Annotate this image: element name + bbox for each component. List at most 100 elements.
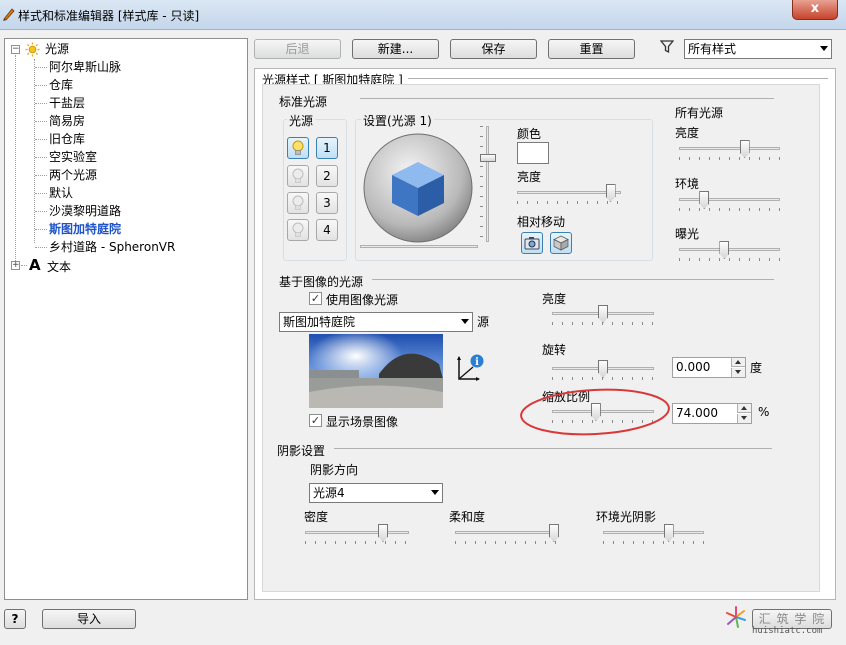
import-button[interactable]: 导入 — [42, 609, 136, 629]
light-number-3[interactable]: 3 — [316, 192, 338, 214]
bulb-off-icon — [292, 195, 304, 210]
ambient-slider[interactable] — [679, 191, 780, 215]
slider-thumb[interactable] — [739, 140, 750, 158]
close-button[interactable]: x — [792, 0, 838, 20]
tree-item[interactable]: 旧仓库 — [49, 131, 85, 147]
tree-item[interactable]: 两个光源 — [49, 167, 97, 183]
spin-down-icon[interactable] — [737, 414, 751, 423]
ambient-occlusion-label: 环境光阴影 — [596, 510, 657, 524]
scale-input[interactable]: 74.000 — [672, 403, 752, 424]
slider-thumb[interactable] — [598, 360, 608, 378]
light-number-1[interactable]: 1 — [316, 137, 338, 159]
bulb-icon — [292, 140, 304, 155]
light-settings-title: 设置(光源 1) — [361, 112, 434, 129]
density-slider[interactable] — [305, 524, 409, 548]
slider-thumb[interactable] — [605, 184, 616, 202]
softness-label: 柔和度 — [449, 510, 486, 524]
close-icon: x — [810, 1, 820, 16]
light-toggle-2[interactable] — [287, 165, 309, 187]
tree-item[interactable]: 沙漠黎明道路 — [49, 203, 121, 219]
all-brightness-label: 亮度 — [675, 126, 700, 140]
window-title: 样式和标准编辑器 [样式库 - 只读] — [18, 9, 200, 23]
exposure-label: 曝光 — [675, 227, 700, 241]
ambient-occlusion-slider[interactable] — [603, 524, 704, 548]
light-toggle-3[interactable] — [287, 192, 309, 214]
show-scene-image-label: 显示场景图像 — [326, 415, 399, 429]
standard-lights-title: 标准光源 — [279, 95, 328, 109]
light-height-slider[interactable] — [480, 126, 496, 242]
all-lights-title: 所有光源 — [675, 106, 724, 120]
ibl-brightness-slider[interactable] — [552, 305, 654, 329]
spin-up-icon[interactable] — [737, 404, 751, 413]
tree-item[interactable]: 默认 — [49, 185, 73, 201]
shadow-direction-label: 阴影方向 — [310, 463, 359, 477]
spin-down-icon[interactable] — [731, 368, 745, 377]
spin-up-icon[interactable] — [731, 358, 745, 367]
shadow-direction-dropdown[interactable]: 光源4 — [309, 483, 443, 503]
density-label: 密度 — [304, 510, 329, 524]
tree-item[interactable]: 阿尔卑斯山脉 — [49, 59, 121, 75]
help-icon: ? — [11, 612, 19, 626]
text-icon: A — [29, 256, 41, 274]
all-brightness-slider[interactable] — [679, 140, 780, 164]
shadow-settings-title: 阴影设置 — [277, 444, 326, 458]
model-relative-button[interactable] — [550, 232, 572, 254]
color-label: 颜色 — [517, 127, 542, 141]
source-label: 源 — [477, 315, 490, 329]
tree-item[interactable]: 简易房 — [49, 113, 85, 129]
tree-item[interactable]: 干盐层 — [49, 95, 85, 111]
tree-root-label: 光源 — [45, 42, 70, 56]
app-icon — [3, 8, 15, 21]
relative-move-label: 相对移动 — [517, 215, 566, 229]
environment-preview-image — [309, 334, 443, 408]
slider-thumb[interactable] — [378, 524, 388, 542]
light-preview-sphere[interactable] — [362, 132, 474, 244]
expand-icon[interactable]: + — [11, 261, 20, 270]
watermark-logo-icon — [726, 606, 746, 628]
light-number-2[interactable]: 2 — [316, 165, 338, 187]
style-filter-dropdown[interactable]: 所有样式 — [684, 39, 832, 59]
collapse-icon[interactable]: − — [11, 45, 20, 54]
rotation-input[interactable]: 0.000 — [672, 357, 746, 378]
new-button[interactable]: 新建... — [352, 39, 439, 59]
ambient-label: 环境 — [675, 177, 700, 191]
slider-thumb[interactable] — [719, 241, 730, 259]
light-rotation-slider[interactable] — [360, 238, 478, 262]
tree-root-lights[interactable]: 光源 — [45, 41, 69, 57]
tree-item[interactable]: 空实验室 — [49, 149, 97, 165]
light-brightness-slider[interactable] — [517, 184, 621, 208]
camera-relative-button[interactable] — [521, 232, 543, 254]
watermark-url: huishiatc.com — [752, 626, 823, 636]
tree-item-selected[interactable]: 斯图加特庭院 — [49, 221, 122, 237]
use-image-light-label: 使用图像光源 — [326, 293, 399, 307]
info-axis-icon[interactable]: i — [455, 353, 485, 383]
image-source-dropdown[interactable]: 斯图加特庭院 — [279, 312, 473, 332]
rotation-slider[interactable] — [552, 360, 654, 384]
slider-thumb[interactable] — [598, 305, 608, 323]
sun-icon — [25, 42, 40, 57]
style-tree[interactable]: − 光源 阿尔卑斯山脉 仓库 干盐层 简易房 旧仓库 空实验室 两个光源 默认 … — [4, 38, 248, 600]
slider-thumb[interactable] — [663, 524, 674, 542]
back-button[interactable]: 后退 — [254, 39, 341, 59]
cube-icon — [553, 235, 569, 251]
color-swatch[interactable] — [517, 142, 549, 164]
help-button[interactable]: ? — [4, 609, 26, 629]
tree-item[interactable]: 仓库 — [49, 77, 73, 93]
save-button[interactable]: 保存 — [450, 39, 537, 59]
reset-button[interactable]: 重置 — [548, 39, 635, 59]
tree-line — [15, 55, 16, 267]
light-toggle-1[interactable] — [287, 137, 309, 159]
title-bar: 样式和标准编辑器 [样式库 - 只读] x — [0, 0, 846, 30]
tree-item[interactable]: 乡村道路 - SpheronVR — [49, 239, 175, 255]
light-toggle-4[interactable] — [287, 219, 309, 241]
scale-unit: % — [758, 405, 770, 419]
slider-thumb[interactable] — [699, 191, 710, 209]
light-brightness-label: 亮度 — [517, 170, 542, 184]
show-scene-image-checkbox[interactable]: ✓ — [309, 414, 322, 427]
exposure-slider[interactable] — [679, 241, 780, 265]
softness-slider[interactable] — [455, 524, 559, 548]
use-image-light-checkbox[interactable]: ✓ — [309, 292, 322, 305]
tree-root-text[interactable]: 文本 — [47, 259, 71, 275]
light-number-4[interactable]: 4 — [316, 219, 338, 241]
image-based-lighting-title: 基于图像的光源 — [279, 275, 364, 289]
